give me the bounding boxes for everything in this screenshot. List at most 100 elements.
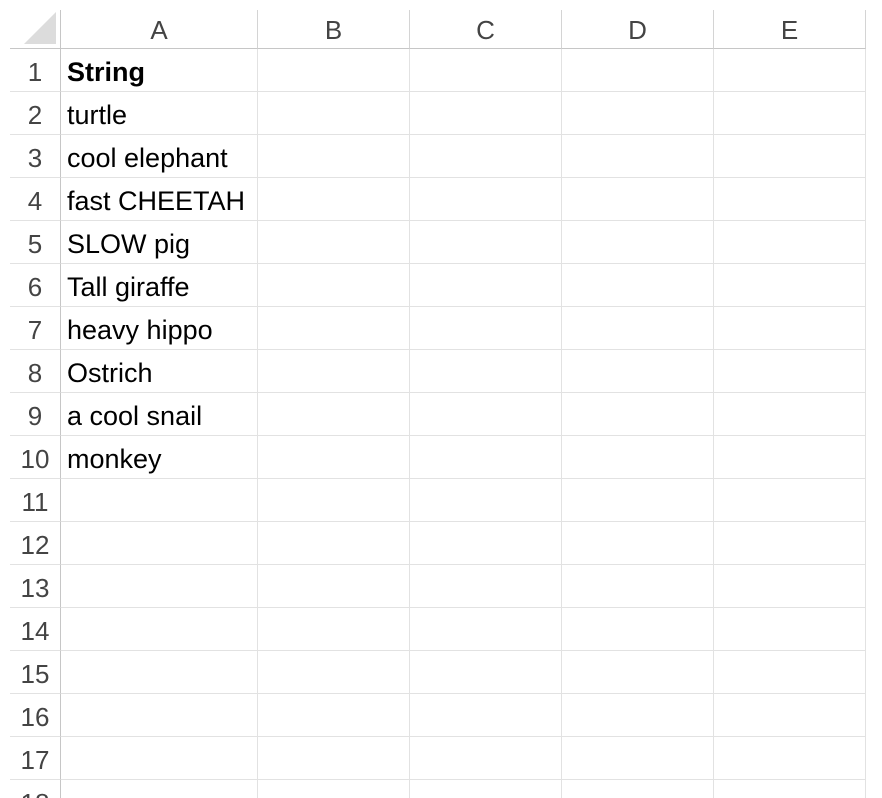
cell-e2[interactable]: [714, 92, 866, 135]
cell-a12[interactable]: [61, 522, 258, 565]
cell-b13[interactable]: [258, 565, 410, 608]
cell-a11[interactable]: [61, 479, 258, 522]
row-header-18[interactable]: 18: [10, 780, 61, 798]
cell-a6[interactable]: Tall giraffe: [61, 264, 258, 307]
cell-b2[interactable]: [258, 92, 410, 135]
cell-d7[interactable]: [562, 307, 714, 350]
cell-e11[interactable]: [714, 479, 866, 522]
cell-b12[interactable]: [258, 522, 410, 565]
cell-b5[interactable]: [258, 221, 410, 264]
cell-b4[interactable]: [258, 178, 410, 221]
row-header-16[interactable]: 16: [10, 694, 61, 737]
cell-a18[interactable]: [61, 780, 258, 798]
cell-d10[interactable]: [562, 436, 714, 479]
row-header-1[interactable]: 1: [10, 49, 61, 92]
row-header-5[interactable]: 5: [10, 221, 61, 264]
cell-c9[interactable]: [410, 393, 562, 436]
cell-a4[interactable]: fast CHEETAH: [61, 178, 258, 221]
cell-b9[interactable]: [258, 393, 410, 436]
cell-a1[interactable]: String: [61, 49, 258, 92]
cell-c10[interactable]: [410, 436, 562, 479]
row-header-13[interactable]: 13: [10, 565, 61, 608]
cell-e7[interactable]: [714, 307, 866, 350]
cell-c5[interactable]: [410, 221, 562, 264]
cell-c6[interactable]: [410, 264, 562, 307]
cell-b1[interactable]: [258, 49, 410, 92]
row-header-10[interactable]: 10: [10, 436, 61, 479]
cell-a15[interactable]: [61, 651, 258, 694]
cell-c15[interactable]: [410, 651, 562, 694]
cell-d12[interactable]: [562, 522, 714, 565]
cell-e1[interactable]: [714, 49, 866, 92]
cell-b11[interactable]: [258, 479, 410, 522]
cell-c16[interactable]: [410, 694, 562, 737]
row-header-3[interactable]: 3: [10, 135, 61, 178]
cell-c7[interactable]: [410, 307, 562, 350]
cell-e10[interactable]: [714, 436, 866, 479]
cell-e5[interactable]: [714, 221, 866, 264]
cell-a9[interactable]: a cool snail: [61, 393, 258, 436]
cell-a7[interactable]: heavy hippo: [61, 307, 258, 350]
cell-b6[interactable]: [258, 264, 410, 307]
cell-d15[interactable]: [562, 651, 714, 694]
row-header-6[interactable]: 6: [10, 264, 61, 307]
cell-d1[interactable]: [562, 49, 714, 92]
cell-e13[interactable]: [714, 565, 866, 608]
cell-c8[interactable]: [410, 350, 562, 393]
row-header-2[interactable]: 2: [10, 92, 61, 135]
cell-c12[interactable]: [410, 522, 562, 565]
cell-e9[interactable]: [714, 393, 866, 436]
cell-a5[interactable]: SLOW pig: [61, 221, 258, 264]
select-all-button[interactable]: [10, 10, 61, 49]
cell-e4[interactable]: [714, 178, 866, 221]
row-header-15[interactable]: 15: [10, 651, 61, 694]
row-header-17[interactable]: 17: [10, 737, 61, 780]
cell-d18[interactable]: [562, 780, 714, 798]
cell-a10[interactable]: monkey: [61, 436, 258, 479]
cell-c14[interactable]: [410, 608, 562, 651]
row-header-4[interactable]: 4: [10, 178, 61, 221]
cell-d9[interactable]: [562, 393, 714, 436]
column-header-b[interactable]: B: [258, 10, 410, 49]
column-header-c[interactable]: C: [410, 10, 562, 49]
cell-a8[interactable]: Ostrich: [61, 350, 258, 393]
cell-d3[interactable]: [562, 135, 714, 178]
cell-c3[interactable]: [410, 135, 562, 178]
cell-d2[interactable]: [562, 92, 714, 135]
cell-c4[interactable]: [410, 178, 562, 221]
cell-d6[interactable]: [562, 264, 714, 307]
cell-e6[interactable]: [714, 264, 866, 307]
row-header-7[interactable]: 7: [10, 307, 61, 350]
cell-e3[interactable]: [714, 135, 866, 178]
cell-e12[interactable]: [714, 522, 866, 565]
cell-d13[interactable]: [562, 565, 714, 608]
cell-d16[interactable]: [562, 694, 714, 737]
cell-a17[interactable]: [61, 737, 258, 780]
cell-b7[interactable]: [258, 307, 410, 350]
cell-d17[interactable]: [562, 737, 714, 780]
cell-c13[interactable]: [410, 565, 562, 608]
cell-c1[interactable]: [410, 49, 562, 92]
cell-b18[interactable]: [258, 780, 410, 798]
cell-c17[interactable]: [410, 737, 562, 780]
row-header-14[interactable]: 14: [10, 608, 61, 651]
column-header-e[interactable]: E: [714, 10, 866, 49]
cell-b10[interactable]: [258, 436, 410, 479]
cell-b8[interactable]: [258, 350, 410, 393]
cell-e15[interactable]: [714, 651, 866, 694]
cell-a13[interactable]: [61, 565, 258, 608]
column-header-a[interactable]: A: [61, 10, 258, 49]
cell-e16[interactable]: [714, 694, 866, 737]
cell-b16[interactable]: [258, 694, 410, 737]
column-header-d[interactable]: D: [562, 10, 714, 49]
cell-d5[interactable]: [562, 221, 714, 264]
cell-b14[interactable]: [258, 608, 410, 651]
row-header-8[interactable]: 8: [10, 350, 61, 393]
row-header-9[interactable]: 9: [10, 393, 61, 436]
cell-e18[interactable]: [714, 780, 866, 798]
cell-c18[interactable]: [410, 780, 562, 798]
cell-d14[interactable]: [562, 608, 714, 651]
cell-a3[interactable]: cool elephant: [61, 135, 258, 178]
cell-c2[interactable]: [410, 92, 562, 135]
cell-b17[interactable]: [258, 737, 410, 780]
